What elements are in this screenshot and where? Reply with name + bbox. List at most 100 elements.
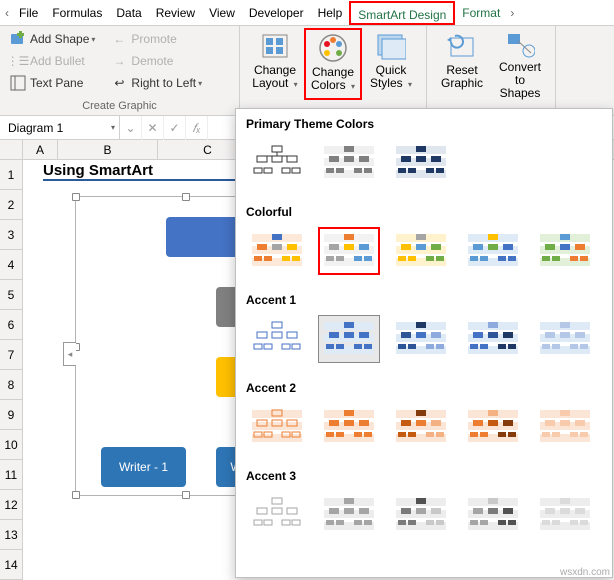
select-all-triangle[interactable]: [0, 140, 22, 160]
change-colors-label: Change Colors ▾: [308, 66, 358, 93]
demote-button: → Demote: [107, 50, 206, 72]
row-header[interactable]: 6: [0, 310, 22, 340]
row-header[interactable]: 8: [0, 370, 22, 400]
gallery-header-primary: Primary Theme Colors: [236, 109, 612, 137]
add-shape-button[interactable]: Add Shape▾: [6, 28, 99, 50]
color-thumb-colorful-2[interactable]: [318, 227, 380, 275]
color-thumb-colorful-4[interactable]: [462, 227, 524, 275]
tabs-scroll-left[interactable]: ‹: [2, 6, 12, 20]
promote-icon: ←: [111, 31, 127, 47]
col-header-a[interactable]: A: [23, 140, 58, 159]
add-bullet-icon: ⋮☰: [10, 53, 26, 69]
text-pane-label: Text Pane: [30, 76, 83, 90]
color-thumb-accent2-3[interactable]: [390, 403, 452, 451]
tabs-scroll-right[interactable]: ›: [507, 6, 517, 20]
formula-commit[interactable]: ✓: [164, 116, 186, 140]
tab-file[interactable]: File: [12, 1, 45, 25]
color-thumb-accent2-5[interactable]: [534, 403, 596, 451]
text-pane-toggle[interactable]: ◂: [63, 342, 76, 366]
color-thumb-colorful-3[interactable]: [390, 227, 452, 275]
right-to-left-icon: ↩: [111, 75, 127, 91]
change-colors-button[interactable]: Change Colors ▾: [304, 28, 362, 100]
promote-button: ← Promote: [107, 28, 206, 50]
row-header[interactable]: 7: [0, 340, 22, 370]
color-thumb-colorful-5[interactable]: [534, 227, 596, 275]
color-thumb-accent1-outline[interactable]: [246, 315, 308, 363]
color-thumb-accent2-1[interactable]: [246, 403, 308, 451]
smartart-node-writer1[interactable]: Writer - 1: [101, 447, 186, 487]
change-layout-button[interactable]: Change Layout ▾: [246, 28, 304, 100]
right-to-left-label: Right to Left: [131, 76, 196, 90]
selection-handle[interactable]: [72, 193, 80, 201]
tab-view[interactable]: View: [202, 1, 242, 25]
tab-help[interactable]: Help: [311, 1, 350, 25]
ribbon: Add Shape▾ ⋮☰ Add Bullet Text Pane ← Pro…: [0, 26, 614, 116]
row-header[interactable]: 2: [0, 190, 22, 220]
formula-dropdown[interactable]: ⌄: [120, 116, 142, 140]
convert-to-shapes-button[interactable]: Convert to Shapes: [491, 28, 549, 100]
gallery-header-colorful: Colorful: [236, 197, 612, 225]
color-thumb-accent1-3[interactable]: [390, 315, 452, 363]
color-thumb-primary-outline[interactable]: [246, 139, 308, 187]
add-bullet-button: ⋮☰ Add Bullet: [6, 50, 99, 72]
demote-label: Demote: [131, 54, 173, 68]
create-graphic-group-label: Create Graphic: [6, 99, 233, 115]
formula-cancel[interactable]: ✕: [142, 116, 164, 140]
selection-handle[interactable]: [182, 491, 190, 499]
tab-format[interactable]: Format: [455, 1, 507, 25]
reset-graphic-icon: [446, 30, 478, 62]
row-header[interactable]: 10: [0, 430, 22, 460]
change-colors-icon: [317, 32, 349, 64]
color-thumb-colorful-1[interactable]: [246, 227, 308, 275]
reset-graphic-button[interactable]: Reset Graphic: [433, 28, 491, 100]
color-thumb-accent1-4[interactable]: [462, 315, 524, 363]
tab-data[interactable]: Data: [109, 1, 148, 25]
promote-label: Promote: [131, 32, 176, 46]
row-header[interactable]: 3: [0, 220, 22, 250]
color-thumb-accent3-5[interactable]: [534, 491, 596, 539]
gallery-header-accent2: Accent 2: [236, 373, 612, 401]
change-layout-icon: [259, 30, 291, 62]
tab-review[interactable]: Review: [149, 1, 202, 25]
row-header[interactable]: 13: [0, 520, 22, 550]
fx-button[interactable]: 𝑓ₓ: [186, 116, 208, 140]
color-thumb-accent1-fill[interactable]: [318, 315, 380, 363]
text-pane-button[interactable]: Text Pane: [6, 72, 99, 94]
color-thumb-accent3-2[interactable]: [318, 491, 380, 539]
reset-graphic-label: Reset Graphic: [435, 64, 489, 90]
name-box[interactable]: Diagram 1 ▾: [0, 116, 120, 140]
tab-developer[interactable]: Developer: [242, 1, 311, 25]
color-thumb-accent2-2[interactable]: [318, 403, 380, 451]
col-header-b[interactable]: B: [58, 140, 158, 159]
change-layout-label: Change Layout ▾: [248, 64, 302, 91]
color-thumb-primary-dark[interactable]: [390, 139, 452, 187]
selection-handle[interactable]: [182, 193, 190, 201]
color-thumb-accent3-4[interactable]: [462, 491, 524, 539]
color-thumb-primary-gray[interactable]: [318, 139, 380, 187]
row-header[interactable]: 14: [0, 550, 22, 580]
row-header[interactable]: 4: [0, 250, 22, 280]
quick-styles-label: Quick Styles ▾: [364, 64, 418, 91]
tab-formulas[interactable]: Formulas: [45, 1, 109, 25]
name-box-dropdown-icon[interactable]: ▾: [111, 123, 115, 132]
selection-handle[interactable]: [72, 491, 80, 499]
row-header[interactable]: 5: [0, 280, 22, 310]
tab-smartart-design[interactable]: SmartArt Design: [349, 1, 455, 25]
color-thumb-accent3-1[interactable]: [246, 491, 308, 539]
row-header[interactable]: 1: [0, 160, 22, 190]
row-header[interactable]: 9: [0, 400, 22, 430]
convert-to-shapes-icon: [504, 30, 536, 59]
text-pane-icon: [10, 75, 26, 91]
right-to-left-button[interactable]: ↩ Right to Left▾: [107, 72, 206, 94]
color-thumb-accent1-5[interactable]: [534, 315, 596, 363]
name-box-value: Diagram 1: [8, 121, 63, 135]
color-thumb-accent2-4[interactable]: [462, 403, 524, 451]
quick-styles-icon: [375, 30, 407, 62]
row-header[interactable]: 12: [0, 490, 22, 520]
row-header[interactable]: 11: [0, 460, 22, 490]
watermark: wsxdn.com: [560, 567, 610, 578]
change-colors-gallery: Primary Theme Colors Colorful Accent 1 A…: [235, 108, 613, 578]
quick-styles-button[interactable]: Quick Styles ▾: [362, 28, 420, 100]
gallery-header-accent1: Accent 1: [236, 285, 612, 313]
color-thumb-accent3-3[interactable]: [390, 491, 452, 539]
